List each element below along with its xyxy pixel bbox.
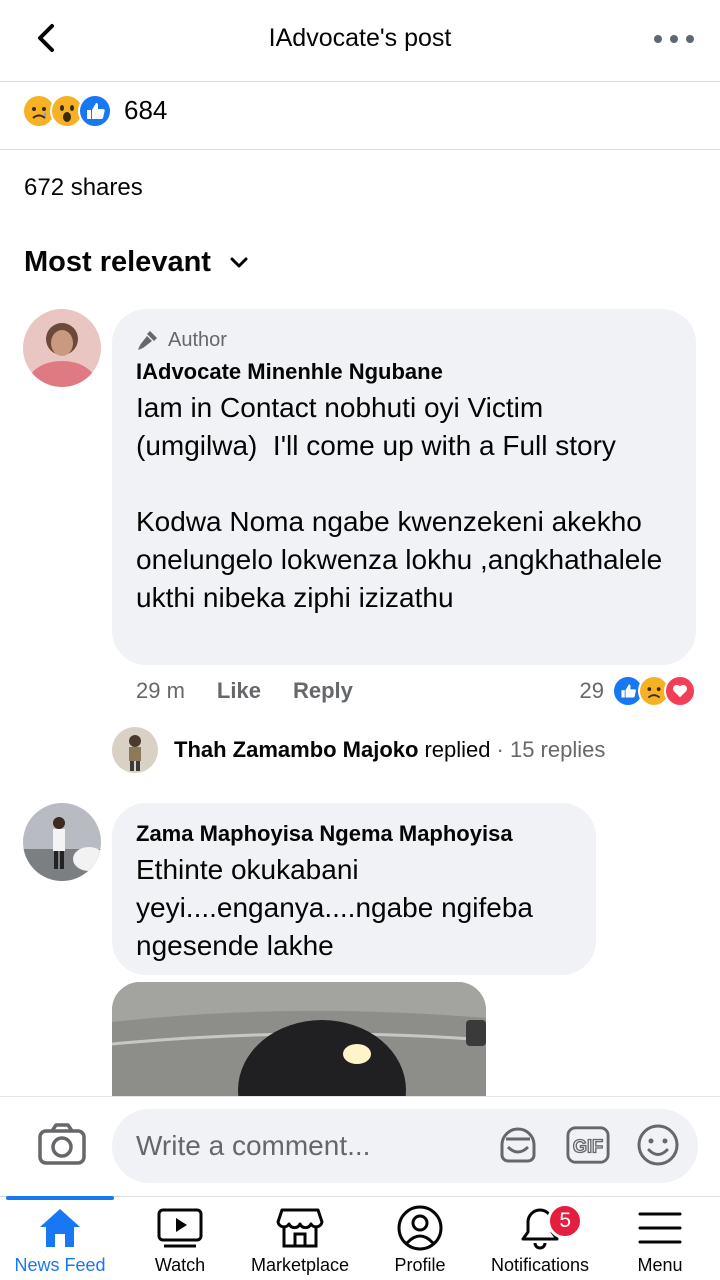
nav-marketplace[interactable]: Marketplace [240, 1197, 360, 1280]
notification-badge: 5 [547, 1203, 584, 1239]
top-bar: IAdvocate's post [0, 0, 720, 82]
video-icon [155, 1205, 205, 1251]
microphone-icon [138, 331, 157, 350]
camera-icon [38, 1123, 86, 1165]
comment-actions: 29 m Like Reply 29 [136, 674, 696, 708]
nav-news-feed[interactable]: News Feed [0, 1196, 120, 1280]
emoji-icon [637, 1124, 679, 1166]
page-title: IAdvocate's post [268, 24, 452, 52]
love-icon [664, 675, 696, 707]
bottom-navigation: News Feed Watch Marketplace Profile 5 No… [0, 1196, 720, 1280]
nav-menu[interactable]: Menu [600, 1197, 720, 1280]
comment-composer: GIF [0, 1096, 720, 1196]
nav-label: Marketplace [250, 1255, 350, 1275]
nav-label: Profile [394, 1255, 446, 1275]
sort-selector[interactable]: Most relevant [24, 246, 249, 279]
commenter-name[interactable]: Zama Maphoyisa Ngema Maphoyisa [136, 821, 572, 847]
nav-label: Menu [637, 1255, 683, 1275]
reactions-summary[interactable]: 684 [0, 84, 720, 150]
commenter-name[interactable]: IAdvocate Minenhle Ngubane [136, 359, 672, 385]
comment-text: Ethinte okukabani yeyi....enganya....nga… [136, 854, 541, 961]
gif-icon: GIF [566, 1126, 610, 1164]
nav-notifications[interactable]: 5 Notifications [480, 1197, 600, 1280]
avatar[interactable] [23, 309, 101, 387]
comment-reactions[interactable]: 29 [580, 675, 696, 707]
profile-icon [395, 1205, 445, 1251]
like-icon [78, 94, 112, 128]
more-horizontal-icon [654, 35, 662, 43]
avatar [112, 727, 158, 773]
nav-label: Notifications [490, 1255, 590, 1275]
nav-watch[interactable]: Watch [120, 1197, 240, 1280]
chevron-down-icon [230, 257, 248, 267]
emoji-button[interactable] [636, 1123, 680, 1167]
reply-author-name: Thah Zamambo Majoko [174, 737, 419, 762]
menu-icon [635, 1205, 685, 1251]
gif-button[interactable]: GIF [566, 1123, 610, 1167]
view-replies[interactable]: Thah Zamambo Majoko replied · 15 replies [112, 726, 605, 774]
author-badge: Author [136, 327, 672, 353]
comment-time: 29 m [136, 678, 185, 703]
reaction-count: 684 [124, 95, 168, 125]
sticker-icon [500, 1127, 536, 1163]
comment-text: Iam in Contact nobhuti oyi Victim (umgil… [136, 392, 663, 613]
comment-reaction-count: 29 [579, 678, 604, 703]
comment-bubble[interactable]: Author IAdvocate Minenhle Ngubane Iam in… [112, 309, 696, 665]
shares-count[interactable]: 672 shares [24, 174, 143, 202]
comment-bubble[interactable]: Zama Maphoyisa Ngema Maphoyisa Ethinte o… [112, 803, 596, 975]
reply-count: · 15 replies [496, 737, 606, 762]
comment-media[interactable] [112, 982, 486, 1102]
reaction-icons [22, 94, 112, 128]
reply-action-text: replied [424, 737, 491, 762]
avatar-sticker-button[interactable] [496, 1123, 540, 1167]
composer-icons: GIF [496, 1123, 680, 1167]
sort-label: Most relevant [24, 246, 211, 278]
reply-button[interactable]: Reply [293, 678, 353, 704]
more-options-button[interactable] [654, 24, 694, 54]
nav-label: Watch [154, 1255, 206, 1275]
shop-icon [275, 1205, 325, 1251]
avatar[interactable] [23, 803, 101, 881]
home-icon [35, 1205, 85, 1251]
like-button[interactable]: Like [217, 678, 261, 704]
svg-text:GIF: GIF [573, 1137, 603, 1157]
nav-label: News Feed [14, 1255, 106, 1275]
camera-button[interactable] [36, 1121, 88, 1167]
nav-profile[interactable]: Profile [360, 1197, 480, 1280]
